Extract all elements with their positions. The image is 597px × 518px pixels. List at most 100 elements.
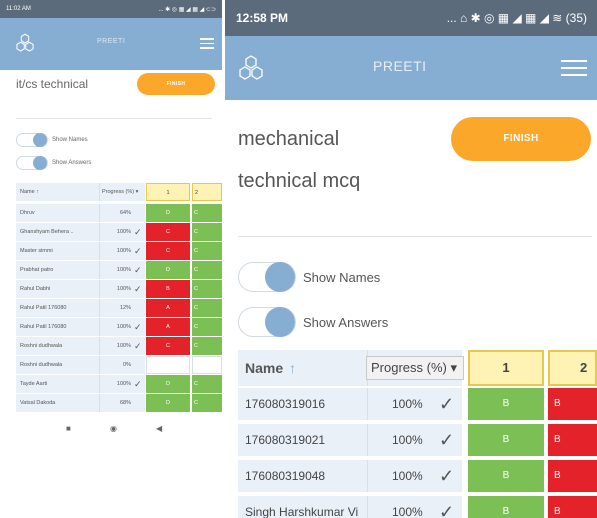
show-answers-toggle[interactable] [238,307,296,337]
answer-cell-q1[interactable]: A [146,299,190,317]
answer-cell-q2[interactable]: C [192,261,222,279]
table-row[interactable]: Master simmi 100% ✓ C C [16,242,222,261]
question-1-header[interactable]: 1 [468,350,544,386]
name-header-label: Name [245,360,284,376]
question-2-header[interactable]: 2 [192,183,222,201]
table-row[interactable]: Ghanshyam Behera .. 100% ✓ C C [16,223,222,242]
table-row[interactable]: Rahul Dabhi 100% ✓ B C [16,280,222,299]
table-row[interactable]: Vatsal Dakoda 68% D C [16,394,222,413]
student-name: Singh Harshkumar Vi [238,496,368,518]
quiz-title-line-1: mechanical [238,128,340,150]
left-phone-screen: 11:02 AM ... ✱ ◎ ▦ ◢ ▦ ◢ ⊂⊃ PREETI it/cs… [0,0,222,518]
check-icon: ✓ [134,322,142,332]
answer-cell-q2[interactable]: C [192,375,222,393]
answer-cell-q2[interactable] [192,356,222,374]
answer-cell-q2[interactable]: B [548,388,597,420]
recent-apps-icon[interactable]: ■ [66,424,71,433]
quiz-title: it/cs technical [16,77,89,91]
table-row[interactable]: Rahul Patil 176080 100% ✓ A C [16,318,222,337]
table-row[interactable]: 176080319021 100% ✓ B B [238,424,597,458]
answer-cell-q1[interactable]: B [468,460,544,492]
answer-cell-q2[interactable]: C [192,204,222,222]
question-1-header[interactable]: 1 [146,183,190,201]
divider [238,236,592,237]
answer-cell-q1[interactable]: C [146,337,190,355]
check-icon: ✓ [134,341,142,351]
progress-sort-select[interactable]: Progress (%) ▾ [366,356,464,380]
check-icon: ✓ [439,430,455,450]
app-bar: PREETI [0,18,222,70]
answer-cell-q1[interactable]: D [146,204,190,222]
status-bar: 11:02 AM ... ✱ ◎ ▦ ◢ ▦ ◢ ⊂⊃ [0,0,222,18]
sort-arrow-icon[interactable]: ↑ [289,360,296,376]
check-icon: ✓ [439,466,455,486]
home-icon[interactable]: ◉ [110,424,117,433]
status-icons: ... ⌂ ✱ ◎ ▦ ◢ ▦ ◢ ≋ (35) [446,11,587,25]
finish-button[interactable]: FINISH [451,117,591,161]
student-name: 176080319016 [238,388,368,420]
back-icon[interactable]: ◀ [156,424,162,433]
hexagon-logo-icon[interactable] [14,32,36,54]
progress-value: 12% [100,299,145,317]
table-row[interactable]: Prabhat patro 100% ✓ D C [16,261,222,280]
check-icon: ✓ [134,265,142,275]
answer-cell-q2[interactable]: C [192,280,222,298]
status-time: 11:02 AM [6,6,31,12]
progress-column-header[interactable]: Progress (%) ▾ [100,183,145,201]
table-row[interactable]: 176080319048 100% ✓ B B [238,460,597,494]
check-icon: ✓ [134,246,142,256]
answer-cell-q2[interactable]: C [192,299,222,317]
hamburger-menu-icon[interactable] [561,60,587,78]
answer-cell-q1[interactable] [146,356,190,374]
answer-cell-q2[interactable]: B [548,460,597,492]
answer-cell-q2[interactable]: C [192,318,222,336]
brand-name: PREETI [97,38,126,45]
app-bar: PREETI [225,36,597,100]
answer-cell-q1[interactable]: D [146,261,190,279]
answer-cell-q2[interactable]: C [192,394,222,412]
answer-cell-q2[interactable]: C [192,223,222,241]
table-row[interactable]: Dhruv 64% D C [16,204,222,223]
table-row[interactable]: Roshni dudhwala 0% [16,356,222,375]
student-name: 176080319048 [238,460,368,492]
hexagon-logo-icon[interactable] [236,53,266,83]
check-icon: ✓ [134,284,142,294]
check-icon: ✓ [439,394,455,414]
table-row[interactable]: Singh Harshkumar Vi 100% ✓ B B [238,496,597,518]
answer-cell-q1[interactable]: A [146,318,190,336]
progress-value: 0% [100,356,145,374]
student-name: Vatsal Dakoda [16,394,100,412]
answer-cell-q1[interactable]: B [468,388,544,420]
show-answers-toggle[interactable] [16,156,48,170]
answer-cell-q1[interactable]: B [468,496,544,518]
table-row[interactable]: Roshni dudhwala 100% ✓ C C [16,337,222,356]
progress-column-header: Progress (%) ▾ [366,350,464,386]
answer-cell-q1[interactable]: B [468,424,544,456]
answer-cell-q2[interactable]: C [192,242,222,260]
name-column-header[interactable]: Name ↑ [16,183,100,201]
question-2-header[interactable]: 2 [548,350,597,386]
answer-cell-q1[interactable]: B [146,280,190,298]
answer-cell-q1[interactable]: D [146,375,190,393]
table-row[interactable]: Rahul Patil 176080 12% A C [16,299,222,318]
student-name: Roshni dudhwala [16,337,100,355]
answer-cell-q1[interactable]: D [146,394,190,412]
name-column-header[interactable]: Name ↑ [238,350,368,386]
table-row[interactable]: 176080319016 100% ✓ B B [238,388,597,422]
table-row[interactable]: Tayde Aarti 100% ✓ D C [16,375,222,394]
answer-cell-q1[interactable]: C [146,223,190,241]
answer-cell-q2[interactable]: B [548,424,597,456]
answer-cell-q2[interactable]: C [192,337,222,355]
finish-button[interactable]: FINISH [137,73,215,95]
show-names-toggle[interactable] [16,133,48,147]
check-icon: ✓ [134,227,142,237]
check-icon: ✓ [439,502,455,518]
android-nav-bar: ■ ◉ ◀ [0,420,222,442]
answer-cell-q1[interactable]: C [146,242,190,260]
hamburger-menu-icon[interactable] [200,38,214,49]
brand-name: PREETI [373,58,427,74]
show-names-label: Show Names [52,137,88,143]
show-names-toggle[interactable] [238,262,296,292]
divider [16,118,212,119]
answer-cell-q2[interactable]: B [548,496,597,518]
